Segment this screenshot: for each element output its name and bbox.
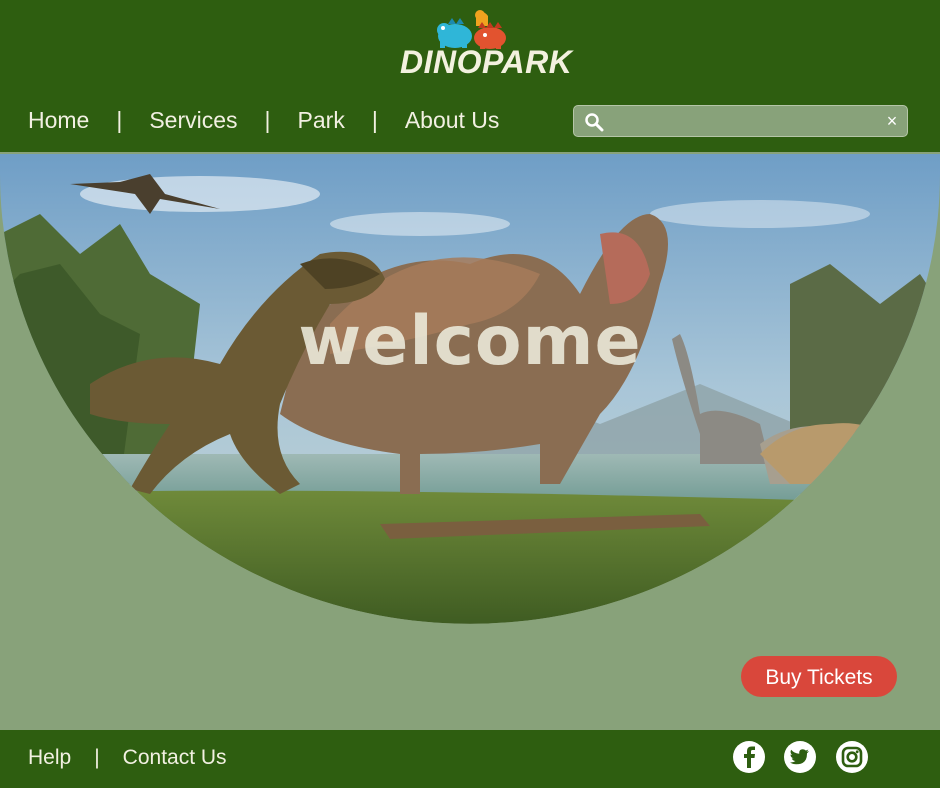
nav-home[interactable]: Home [28,104,89,136]
footer-links: Help | Contact Us [28,743,227,773]
logo-text: DINOPARK [400,44,573,80]
main-nav: Home | Services | Park | About Us [28,104,499,136]
hero-title: welcome [298,302,642,381]
footer-help-link[interactable]: Help [28,743,71,773]
facebook-icon[interactable] [732,740,766,774]
search-icon[interactable] [584,112,604,132]
footer-contact-link[interactable]: Contact Us [123,743,227,773]
search-box: × [573,105,908,137]
hero-banner: welcome [0,154,940,624]
nav-park[interactable]: Park [298,104,345,136]
nav-separator: | [116,107,123,133]
site-footer: Help | Contact Us [0,730,940,788]
site-header: DINOPARK Home | Services | Park | About … [0,0,940,153]
nav-services[interactable]: Services [149,104,237,136]
footer-separator: | [94,746,100,769]
dinosaur-scene-image [0,154,940,624]
search-input[interactable] [610,109,874,135]
nav-about-us[interactable]: About Us [405,104,500,136]
buy-tickets-button[interactable]: Buy Tickets [741,656,897,697]
twitter-icon[interactable] [783,740,817,774]
dinopark-logo[interactable]: DINOPARK [400,6,573,84]
nav-separator: | [264,107,271,133]
clear-search-icon[interactable]: × [883,111,901,131]
instagram-icon[interactable] [835,740,869,774]
nav-separator: | [371,107,378,133]
